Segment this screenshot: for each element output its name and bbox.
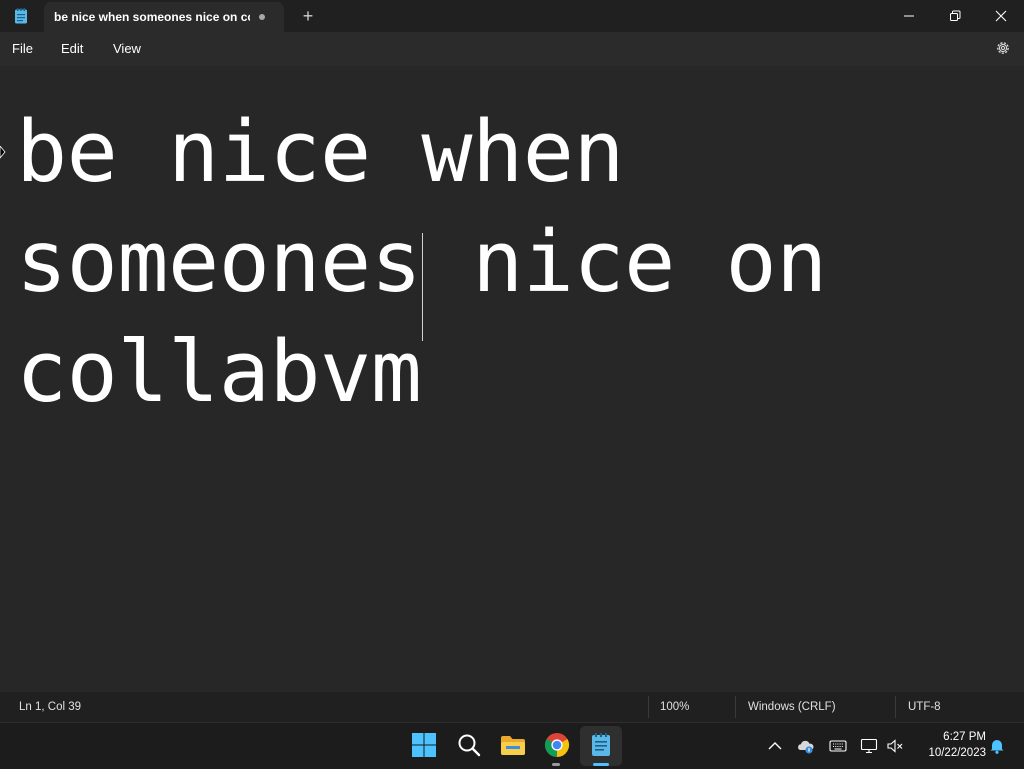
menu-bar: File Edit View bbox=[0, 32, 1024, 66]
minimize-icon bbox=[904, 15, 914, 17]
file-explorer-icon[interactable] bbox=[499, 731, 527, 759]
search-icon[interactable] bbox=[455, 731, 483, 759]
gear-icon[interactable] bbox=[995, 40, 1011, 56]
editor-content[interactable]: be nice when someones nice on collabvm bbox=[16, 98, 1016, 428]
editor-line: be nice when bbox=[16, 103, 625, 202]
chrome-icon[interactable] bbox=[543, 731, 571, 759]
active-indicator bbox=[593, 763, 609, 766]
new-tab-button[interactable]: + bbox=[296, 6, 320, 28]
close-icon bbox=[995, 10, 1007, 22]
minimize-button[interactable] bbox=[886, 0, 932, 32]
onedrive-icon[interactable] bbox=[797, 737, 815, 755]
start-icon[interactable] bbox=[410, 731, 438, 759]
status-bar: Ln 1, Col 39 100% Windows (CRLF) UTF-8 bbox=[0, 692, 1024, 722]
notepad-app-icon bbox=[15, 8, 27, 24]
cursor-position[interactable]: Ln 1, Col 39 bbox=[19, 701, 81, 713]
volume-muted-icon[interactable] bbox=[886, 737, 904, 755]
encoding[interactable]: UTF-8 bbox=[908, 701, 941, 713]
taskbar: 6:27 PM 10/22/2023 bbox=[0, 722, 1024, 769]
line-ending[interactable]: Windows (CRLF) bbox=[748, 701, 836, 713]
editor-line: collabvm bbox=[16, 323, 422, 422]
editor-line: someones nice on bbox=[16, 213, 827, 312]
title-bar: be nice when someones nice on co + bbox=[0, 0, 1024, 32]
clock-time: 6:27 PM bbox=[943, 731, 986, 743]
notepad-icon[interactable] bbox=[587, 731, 615, 759]
zoom-level[interactable]: 100% bbox=[660, 701, 689, 713]
document-tab[interactable]: be nice when someones nice on co bbox=[44, 2, 284, 32]
text-caret bbox=[422, 233, 423, 341]
mouse-pointer-icon bbox=[0, 146, 6, 159]
running-indicator bbox=[552, 763, 560, 766]
status-divider bbox=[648, 696, 649, 718]
tab-title: be nice when someones nice on co bbox=[54, 10, 250, 24]
clock-date: 10/22/2023 bbox=[928, 747, 986, 759]
text-editor[interactable]: be nice when someones nice on collabvm bbox=[0, 66, 1024, 692]
chevron-up-icon[interactable] bbox=[766, 737, 784, 755]
menu-view[interactable]: View bbox=[113, 41, 141, 56]
keyboard-icon[interactable] bbox=[829, 737, 847, 755]
restore-button[interactable] bbox=[932, 0, 978, 32]
status-divider bbox=[735, 696, 736, 718]
close-button[interactable] bbox=[978, 0, 1024, 32]
status-divider bbox=[895, 696, 896, 718]
system-clock[interactable]: 6:27 PM 10/22/2023 bbox=[914, 729, 986, 761]
restore-icon bbox=[950, 10, 961, 21]
notification-bell-icon[interactable] bbox=[988, 737, 1006, 755]
network-icon[interactable] bbox=[860, 737, 878, 755]
menu-file[interactable]: File bbox=[12, 41, 33, 56]
unsaved-indicator-icon[interactable] bbox=[259, 14, 265, 20]
menu-edit[interactable]: Edit bbox=[61, 41, 83, 56]
